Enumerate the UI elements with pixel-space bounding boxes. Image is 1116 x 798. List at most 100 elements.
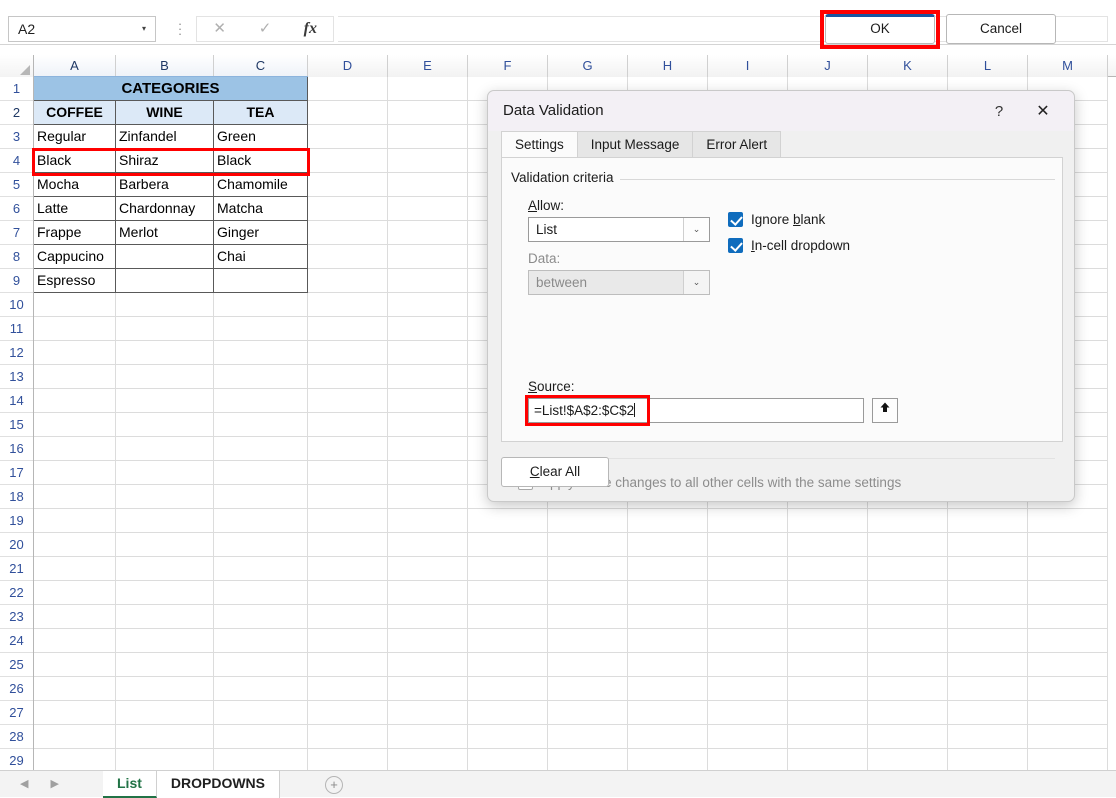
cell-A10[interactable] xyxy=(34,293,116,317)
cell-B21[interactable] xyxy=(116,557,214,581)
cell-A19[interactable] xyxy=(34,509,116,533)
cell-A20[interactable] xyxy=(34,533,116,557)
cell-E22[interactable] xyxy=(388,581,468,605)
column-header-h[interactable]: H xyxy=(628,55,708,77)
row-header-28[interactable]: 28 xyxy=(0,725,33,749)
cell-L29[interactable] xyxy=(948,749,1028,770)
ignore-blank-checkbox-row[interactable]: Ignore blank xyxy=(728,212,825,227)
cell-A2[interactable]: COFFEE xyxy=(34,101,116,125)
cell-K19[interactable] xyxy=(868,509,948,533)
cell-C2[interactable]: TEA xyxy=(214,101,308,125)
cell-D20[interactable] xyxy=(308,533,388,557)
cell-A27[interactable] xyxy=(34,701,116,725)
cell-K21[interactable] xyxy=(868,557,948,581)
cell-G19[interactable] xyxy=(548,509,628,533)
cell-K26[interactable] xyxy=(868,677,948,701)
cell-L27[interactable] xyxy=(948,701,1028,725)
cell-C27[interactable] xyxy=(214,701,308,725)
row-header-18[interactable]: 18 xyxy=(0,485,33,509)
cell-L22[interactable] xyxy=(948,581,1028,605)
cell-D16[interactable] xyxy=(308,437,388,461)
cell-B7[interactable]: Merlot xyxy=(116,221,214,245)
cell-E16[interactable] xyxy=(388,437,468,461)
cell-A28[interactable] xyxy=(34,725,116,749)
cell-B16[interactable] xyxy=(116,437,214,461)
cell-D25[interactable] xyxy=(308,653,388,677)
cell-E23[interactable] xyxy=(388,605,468,629)
cell-I24[interactable] xyxy=(708,629,788,653)
cell-H28[interactable] xyxy=(628,725,708,749)
chevron-down-icon[interactable]: ▾ xyxy=(133,25,155,33)
column-header-m[interactable]: M xyxy=(1028,55,1108,77)
cell-H21[interactable] xyxy=(628,557,708,581)
column-header-i[interactable]: I xyxy=(708,55,788,77)
cell-J25[interactable] xyxy=(788,653,868,677)
row-header-27[interactable]: 27 xyxy=(0,701,33,725)
column-header-l[interactable]: L xyxy=(948,55,1028,77)
cell-E20[interactable] xyxy=(388,533,468,557)
sheet-tab-list[interactable]: List xyxy=(103,771,157,798)
chevron-down-icon[interactable]: ⌄ xyxy=(683,218,709,241)
cell-E5[interactable] xyxy=(388,173,468,197)
cell-I19[interactable] xyxy=(708,509,788,533)
row-header-9[interactable]: 9 xyxy=(0,269,33,293)
more-options-icon[interactable]: · · · xyxy=(175,17,185,40)
cell-C24[interactable] xyxy=(214,629,308,653)
cell-F25[interactable] xyxy=(468,653,548,677)
cell-A25[interactable] xyxy=(34,653,116,677)
cell-B25[interactable] xyxy=(116,653,214,677)
cell-F20[interactable] xyxy=(468,533,548,557)
cell-J27[interactable] xyxy=(788,701,868,725)
cell-M21[interactable] xyxy=(1028,557,1108,581)
cell-D1[interactable] xyxy=(308,77,388,101)
cell-A5[interactable]: Mocha xyxy=(34,173,116,197)
cell-B3[interactable]: Zinfandel xyxy=(116,125,214,149)
cell-L20[interactable] xyxy=(948,533,1028,557)
cell-A26[interactable] xyxy=(34,677,116,701)
cell-K25[interactable] xyxy=(868,653,948,677)
cell-L24[interactable] xyxy=(948,629,1028,653)
cell-J20[interactable] xyxy=(788,533,868,557)
cell-C8[interactable]: Chai xyxy=(214,245,308,269)
cell-M25[interactable] xyxy=(1028,653,1108,677)
row-header-21[interactable]: 21 xyxy=(0,557,33,581)
cell-I26[interactable] xyxy=(708,677,788,701)
cell-C22[interactable] xyxy=(214,581,308,605)
row-header-11[interactable]: 11 xyxy=(0,317,33,341)
row-header-26[interactable]: 26 xyxy=(0,677,33,701)
cell-A15[interactable] xyxy=(34,413,116,437)
row-header-16[interactable]: 16 xyxy=(0,437,33,461)
cell-F27[interactable] xyxy=(468,701,548,725)
cell-M29[interactable] xyxy=(1028,749,1108,770)
cell-B10[interactable] xyxy=(116,293,214,317)
cell-H20[interactable] xyxy=(628,533,708,557)
cell-E28[interactable] xyxy=(388,725,468,749)
cell-A29[interactable] xyxy=(34,749,116,770)
cell-A11[interactable] xyxy=(34,317,116,341)
cell-A3[interactable]: Regular xyxy=(34,125,116,149)
cell-B17[interactable] xyxy=(116,461,214,485)
cell-B15[interactable] xyxy=(116,413,214,437)
cell-C10[interactable] xyxy=(214,293,308,317)
cell-D24[interactable] xyxy=(308,629,388,653)
cell-E18[interactable] xyxy=(388,485,468,509)
cell-L21[interactable] xyxy=(948,557,1028,581)
cell-B13[interactable] xyxy=(116,365,214,389)
cell-B12[interactable] xyxy=(116,341,214,365)
cell-B8[interactable] xyxy=(116,245,214,269)
cell-D2[interactable] xyxy=(308,101,388,125)
cell-J19[interactable] xyxy=(788,509,868,533)
cell-I28[interactable] xyxy=(708,725,788,749)
cell-A24[interactable] xyxy=(34,629,116,653)
cell-E21[interactable] xyxy=(388,557,468,581)
cell-D6[interactable] xyxy=(308,197,388,221)
cell-A4[interactable]: Black xyxy=(34,149,116,173)
row-header-10[interactable]: 10 xyxy=(0,293,33,317)
cell-E26[interactable] xyxy=(388,677,468,701)
cell-F28[interactable] xyxy=(468,725,548,749)
prev-sheet-icon[interactable]: ◀ xyxy=(20,776,28,794)
cell-M28[interactable] xyxy=(1028,725,1108,749)
cell-C3[interactable]: Green xyxy=(214,125,308,149)
cell-F24[interactable] xyxy=(468,629,548,653)
cell-D12[interactable] xyxy=(308,341,388,365)
